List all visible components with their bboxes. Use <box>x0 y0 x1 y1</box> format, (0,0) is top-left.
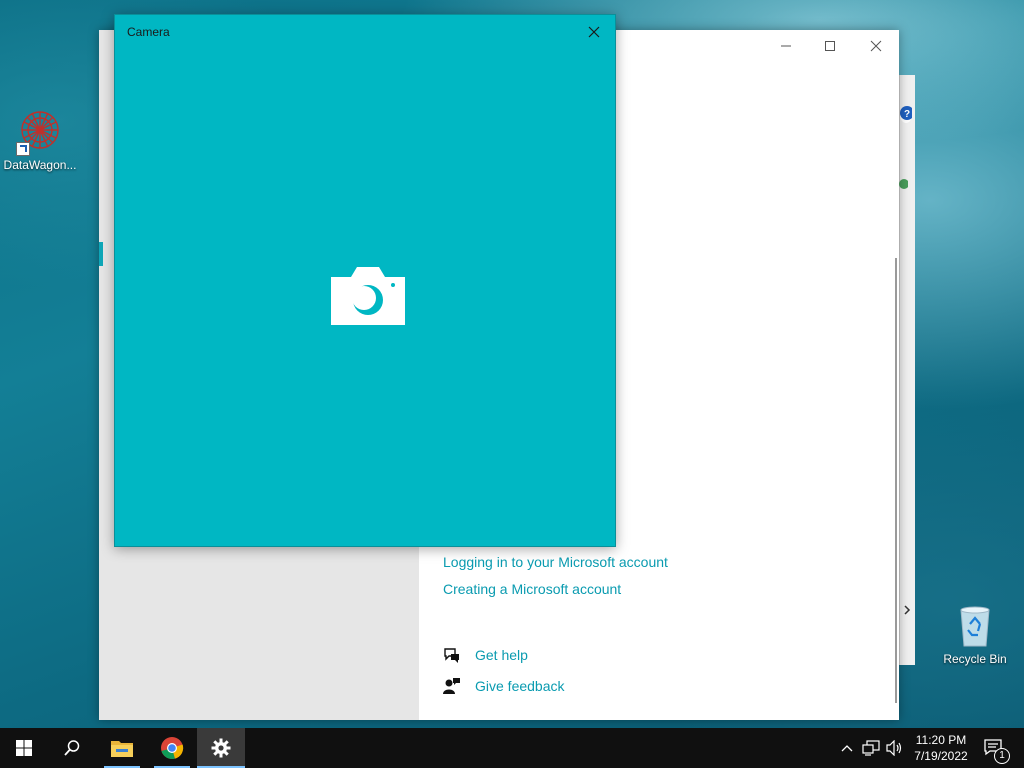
windows-logo-icon <box>16 740 32 756</box>
get-help-button[interactable]: Get help <box>443 646 528 664</box>
camera-icon <box>331 267 405 325</box>
shortcut-arrow-icon <box>16 142 30 156</box>
maximize-button[interactable] <box>807 30 853 62</box>
desktop-icon-recycle-bin[interactable]: Recycle Bin <box>935 602 1015 666</box>
settings-scrollbar[interactable] <box>895 258 897 703</box>
search-button[interactable] <box>48 728 96 768</box>
give-feedback-label: Give feedback <box>475 678 565 694</box>
start-button[interactable] <box>0 728 48 768</box>
camera-window: Camera <box>114 14 616 547</box>
desktop-icon-label: DataWagon... <box>3 158 77 172</box>
action-center-button[interactable]: 1 <box>978 728 1010 768</box>
show-hidden-icons-button[interactable] <box>838 728 856 768</box>
desktop: DataWagon... Recycle Bin ? Logging in to… <box>0 0 1024 728</box>
link-creating-microsoft-account[interactable]: Creating a Microsoft account <box>443 581 621 597</box>
background-window-edge: ? <box>899 75 915 665</box>
svg-text:?: ? <box>904 109 910 120</box>
maximize-icon <box>825 41 835 51</box>
desktop-icon-datawagon[interactable]: DataWagon... <box>0 108 80 172</box>
datawagon-icon <box>16 108 64 156</box>
network-button[interactable] <box>860 728 882 768</box>
close-icon <box>588 26 600 38</box>
gear-icon <box>211 738 231 758</box>
nav-selection-indicator <box>99 242 103 266</box>
minimize-button[interactable] <box>763 30 809 62</box>
taskbar-settings[interactable] <box>197 728 245 768</box>
folder-icon <box>111 741 133 757</box>
close-icon <box>870 40 882 52</box>
notification-count-badge: 1 <box>994 748 1010 764</box>
clock-time: 11:20 PM <box>915 733 967 747</box>
give-feedback-icon <box>443 678 460 694</box>
get-help-icon <box>444 648 459 663</box>
search-icon <box>64 740 80 756</box>
taskbar-chrome[interactable] <box>148 728 196 768</box>
volume-button[interactable] <box>884 728 906 768</box>
camera-close-button[interactable] <box>583 21 605 43</box>
link-logging-in-microsoft-account[interactable]: Logging in to your Microsoft account <box>443 554 668 570</box>
taskbar-file-explorer[interactable] <box>98 728 146 768</box>
give-feedback-button[interactable]: Give feedback <box>443 677 565 695</box>
taskbar: 11:20 PM 7/19/2022 1 <box>0 728 1024 768</box>
minimize-icon <box>781 45 791 47</box>
chrome-icon <box>161 737 184 759</box>
chevron-up-icon <box>841 745 853 752</box>
recycle-bin-icon <box>951 602 999 650</box>
speaker-icon <box>886 740 902 756</box>
help-question-icon[interactable]: ? <box>898 105 912 121</box>
desktop-icon-label: Recycle Bin <box>943 652 1007 666</box>
clock-date: 7/19/2022 <box>914 749 968 763</box>
network-icon <box>862 740 880 756</box>
chevron-right-icon[interactable] <box>902 605 912 615</box>
camera-window-title: Camera <box>127 25 170 39</box>
clock-button[interactable]: 11:20 PM 7/19/2022 <box>908 728 974 768</box>
green-graphic-icon <box>899 179 908 189</box>
close-button[interactable] <box>853 30 899 62</box>
get-help-label: Get help <box>475 647 528 663</box>
